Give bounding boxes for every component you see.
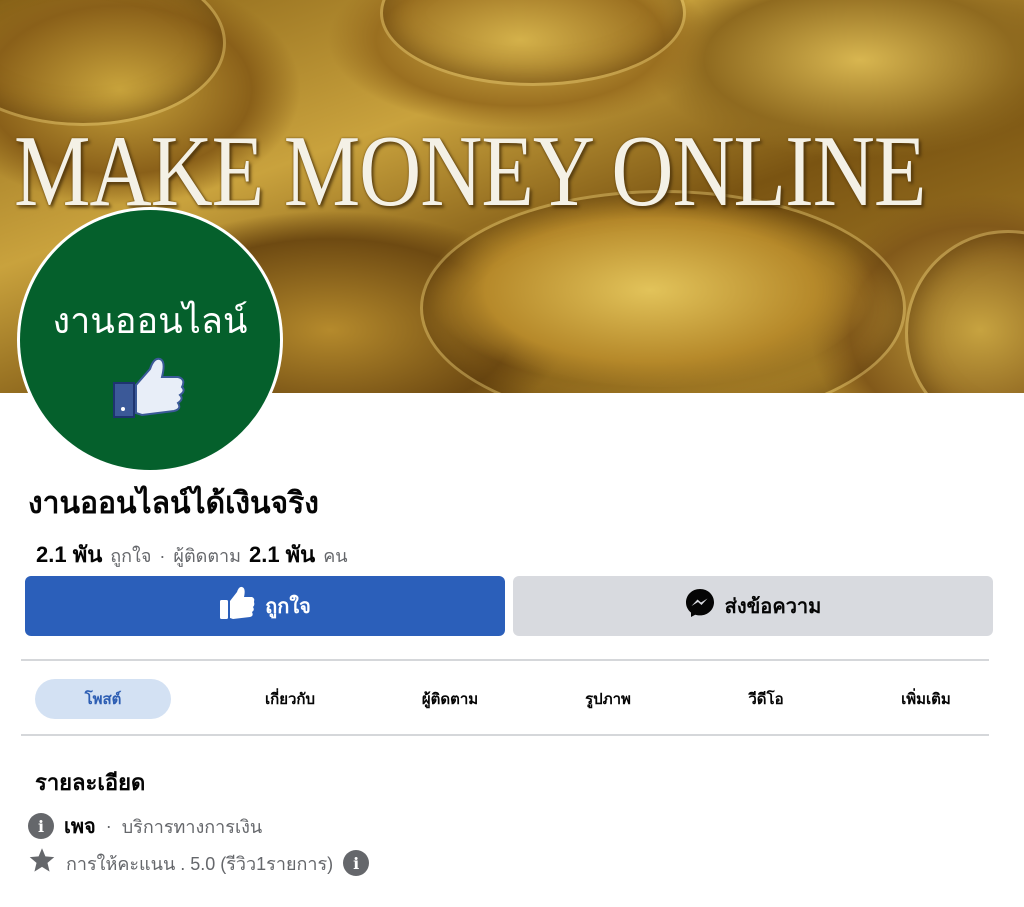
tab-followers[interactable]: ผู้ติดตาม xyxy=(381,679,519,719)
like-button[interactable]: ถูกใจ xyxy=(25,576,505,636)
followers-label[interactable]: ผู้ติดตาม xyxy=(173,541,241,570)
tab-more[interactable]: เพิ่มเติม xyxy=(857,679,995,719)
profile-avatar[interactable]: งานออนไลน์ xyxy=(17,207,283,473)
details-separator: · xyxy=(105,815,112,836)
tabs-top-divider xyxy=(21,659,989,661)
avatar-text: งานออนไลน์ xyxy=(52,300,248,341)
cover-coin-decoration xyxy=(905,230,1024,393)
details-title: รายละเอียด xyxy=(35,770,146,795)
followers-count: 2.1 พัน xyxy=(248,542,316,567)
details-category-row: i เพจ · บริการทางการเงิน xyxy=(28,810,262,842)
rating-text[interactable]: การให้คะแนน . 5.0 (รีวิว1รายการ) xyxy=(66,849,333,878)
message-button[interactable]: ส่งข้อความ xyxy=(513,576,993,636)
messenger-icon xyxy=(685,588,715,624)
tab-about[interactable]: เกี่ยวกับ xyxy=(221,679,359,719)
cover-coin-decoration xyxy=(0,0,226,126)
likes-label[interactable]: ถูกใจ xyxy=(110,541,151,570)
thumbs-up-icon xyxy=(219,586,255,626)
tab-photos[interactable]: รูปภาพ xyxy=(539,679,677,719)
page-tabs: โพสต์ เกี่ยวกับ ผู้ติดตาม รูปภาพ วีดีโอ … xyxy=(21,662,989,734)
like-button-label: ถูกใจ xyxy=(265,596,311,618)
star-icon xyxy=(28,847,56,879)
thumbs-up-icon xyxy=(112,355,188,425)
tab-videos[interactable]: วีดีโอ xyxy=(697,679,835,719)
message-button-label: ส่งข้อความ xyxy=(724,596,822,618)
rating-info-icon[interactable]: i xyxy=(343,850,370,876)
tab-posts[interactable]: โพสต์ xyxy=(35,679,171,719)
stats-separator: · xyxy=(159,546,166,566)
page-title: งานออนไลน์ได้เงินจริง xyxy=(28,487,319,520)
page-category[interactable]: บริการทางการเงิน xyxy=(122,812,262,841)
likes-count: 2.1 พัน xyxy=(36,542,103,567)
tabs-bottom-divider xyxy=(21,734,989,736)
avatar-badge: งานออนไลน์ xyxy=(20,210,280,470)
followers-unit: คน xyxy=(323,546,348,566)
cover-coin-decoration xyxy=(380,0,686,86)
page-type-label: เพจ xyxy=(64,816,96,838)
info-icon: i xyxy=(28,813,54,839)
page-stats: 2.1 พัน ถูกใจ · ผู้ติดตาม 2.1 พัน คน xyxy=(36,537,348,572)
details-rating-row: การให้คะแนน . 5.0 (รีวิว1รายการ) i xyxy=(28,847,370,879)
